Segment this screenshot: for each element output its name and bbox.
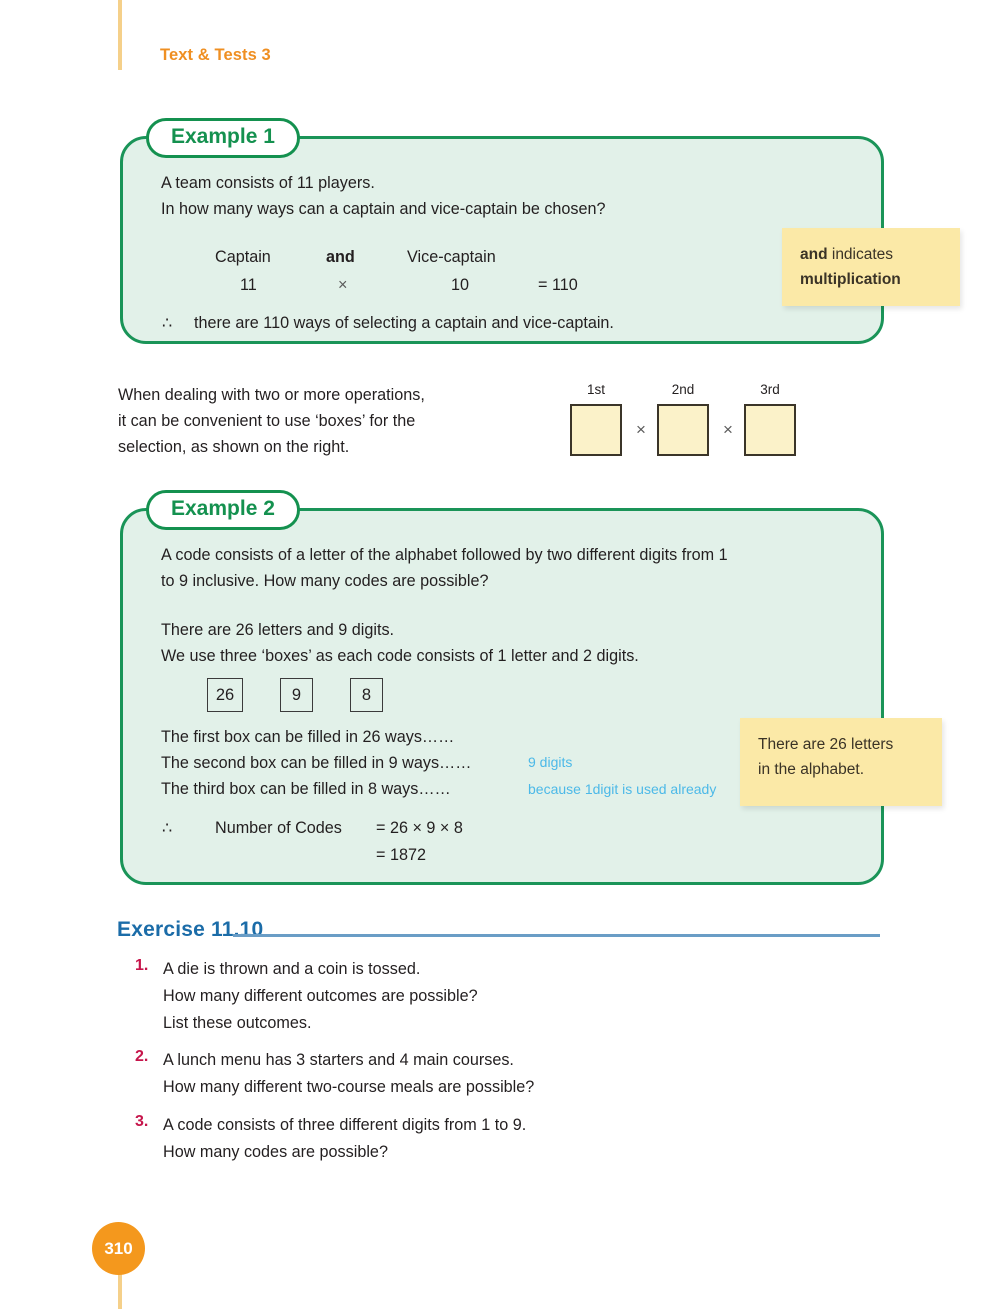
callout-and-indicates-multiplication: and indicates multiplication — [782, 228, 960, 306]
callout-1-rest: indicates — [827, 246, 894, 263]
example-1-result: = 110 — [538, 276, 578, 294]
example-1-vicecaptain-value: 10 — [451, 276, 470, 294]
callout-2-line-1: There are 26 letters — [758, 736, 894, 753]
question-number-1: 1. — [135, 957, 149, 974]
intro-line-3: selection, as shown on the right. — [118, 438, 350, 456]
question-3-line-1: A code consists of three different digit… — [163, 1116, 527, 1134]
book-title: Text & Tests 3 — [160, 46, 271, 64]
page-number-badge: 310 — [92, 1222, 145, 1275]
example-2-result-line-1: = 26 × 9 × 8 — [376, 819, 463, 837]
example-2-result-label: Number of Codes — [215, 819, 342, 837]
box-diagram-square-1 — [570, 404, 622, 456]
intro-line-1: When dealing with two or more operations… — [118, 386, 425, 404]
example-1-therefore-symbol: ∴ — [162, 314, 173, 332]
question-1-line-3: List these outcomes. — [163, 1014, 312, 1032]
callout-2-line-2: in the alphabet. — [758, 761, 865, 778]
box-diagram-square-3 — [744, 404, 796, 456]
example-1-captain-value: 11 — [240, 276, 257, 294]
question-1-line-1: A die is thrown and a coin is tossed. — [163, 960, 421, 978]
example-2-fact-line-1: There are 26 letters and 9 digits. — [161, 621, 395, 639]
example-2-therefore-symbol: ∴ — [162, 819, 173, 837]
example-2-tag: Example 2 — [146, 490, 300, 531]
example-2-result-line-2: = 1872 — [376, 846, 426, 864]
callout-1-line-1: and indicates — [800, 242, 942, 267]
example-1-and-header: and — [326, 248, 355, 266]
exercise-heading: Exercise 11.10 — [117, 918, 264, 941]
header-accent-rule — [118, 0, 122, 70]
question-2-line-1: A lunch menu has 3 starters and 4 main c… — [163, 1051, 514, 1069]
box-diagram-square-2 — [657, 404, 709, 456]
example-1-captain-header: Captain — [215, 248, 271, 266]
box-diagram-label-1st: 1st — [586, 382, 605, 397]
box-diagram-operator-1: × — [636, 420, 646, 439]
box-diagram-operator-2: × — [723, 420, 733, 439]
example-1-tag: Example 1 — [146, 118, 300, 159]
question-1-line-2: How many different outcomes are possible… — [163, 987, 478, 1005]
textbook-page: Text & Tests 3 Example 1 A team consists… — [0, 0, 1000, 1309]
question-number-3: 3. — [135, 1113, 149, 1130]
example-2-annotation-reason: because 1digit is used already — [528, 781, 717, 797]
example-1-line-2: In how many ways can a captain and vice-… — [161, 200, 606, 218]
example-2-question-line-2: to 9 inclusive. How many codes are possi… — [161, 572, 489, 590]
exercise-divider — [233, 934, 880, 937]
example-2-digit-box-3: 8 — [350, 678, 383, 712]
example-1-conclusion: there are 110 ways of selecting a captai… — [194, 314, 614, 332]
example-1-line-1: A team consists of 11 players. — [161, 174, 375, 192]
example-2-annotation-9-digits: 9 digits — [528, 754, 573, 770]
example-2-digit-box-1: 26 — [207, 678, 243, 712]
example-2-ways-line-1: The first box can be filled in 26 ways…… — [161, 728, 455, 746]
example-2-digit-box-2: 9 — [280, 678, 313, 712]
example-2-question-line-1: A code consists of a letter of the alpha… — [161, 546, 728, 564]
question-number-2: 2. — [135, 1048, 149, 1065]
example-1-vicecaptain-header: Vice-captain — [407, 248, 496, 266]
example-2-ways-line-2: The second box can be filled in 9 ways…… — [161, 754, 472, 772]
example-2-ways-line-3: The third box can be filled in 8 ways…… — [161, 780, 451, 798]
intro-line-2: it can be convenient to use ‘boxes’ for … — [118, 412, 416, 430]
box-diagram-label-2nd: 2nd — [671, 382, 695, 397]
callout-1-line-2: multiplication — [800, 271, 901, 288]
callout-1-bold-word: and — [800, 246, 828, 263]
box-diagram-label-3rd: 3rd — [760, 382, 780, 397]
question-2-line-2: How many different two-course meals are … — [163, 1078, 535, 1096]
question-3-line-2: How many codes are possible? — [163, 1143, 388, 1161]
example-2-fact-line-2: We use three ‘boxes’ as each code consis… — [161, 647, 639, 665]
example-1-multiply-operator: × — [338, 276, 348, 294]
callout-26-letters-in-alphabet: There are 26 letters in the alphabet. — [740, 718, 942, 806]
